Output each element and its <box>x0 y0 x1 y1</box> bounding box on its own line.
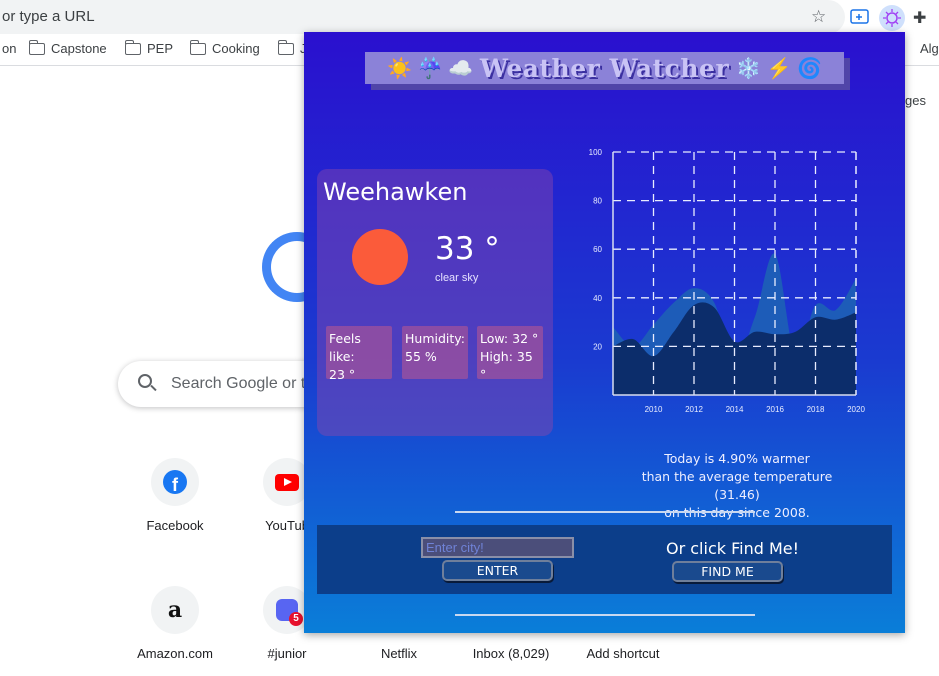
discord-icon: 5 <box>276 599 303 626</box>
shortcut-label: Amazon.com <box>137 646 213 661</box>
x-tick-label: 2012 <box>685 405 703 414</box>
weather-watcher-popup: ☀️ ☔ ☁️ Weather Watcher ❄️ ⚡ 🌀 Weehawken… <box>304 32 905 633</box>
y-tick-label: 60 <box>593 245 602 254</box>
shortcut-amazon[interactable]: a <box>151 586 199 634</box>
folder-icon <box>277 39 294 55</box>
humidity-label: Humidity: <box>405 331 465 346</box>
search-icon <box>138 374 152 388</box>
y-tick-label: 40 <box>593 294 602 303</box>
address-bar[interactable] <box>0 0 845 34</box>
folder-icon <box>28 39 45 55</box>
historical-temperature-chart: 20 40 60 80 100 2010 2012 2014 2016 2018 2020 <box>589 148 866 414</box>
bookmark-star-icon[interactable]: ☆ <box>811 7 826 27</box>
divider <box>455 614 755 616</box>
current-weather-card: Weehawken 33 ° clear sky Feels like: 23 … <box>317 169 553 436</box>
url-placeholder: or type a URL <box>2 8 95 25</box>
feels-like-box: Feels like: 23 ° <box>326 326 392 382</box>
feels-like-label: Feels like: <box>329 331 361 364</box>
divider <box>455 511 755 513</box>
bookmark-folder-cooking[interactable]: Cooking <box>189 39 260 56</box>
x-tick-label: 2014 <box>726 405 744 414</box>
enter-button[interactable]: ENTER <box>442 560 553 581</box>
x-tick-label: 2020 <box>847 405 865 414</box>
find-me-prompt: Or click Find Me! <box>666 539 800 558</box>
current-temperature: 33 ° <box>435 231 500 267</box>
bookmark-folder-capstone[interactable]: Capstone <box>28 39 107 56</box>
shortcut-inbox[interactable]: Inbox (8,029) <box>455 646 567 661</box>
bookmark-item-alg[interactable]: Alg <box>920 41 939 56</box>
bookmark-item[interactable]: on <box>2 41 16 56</box>
screenshot-extension-icon[interactable] <box>849 6 871 28</box>
search-placeholder: Search Google or t <box>171 375 306 392</box>
low-temperature: Low: 32 ° <box>480 331 539 346</box>
weather-extension-icon[interactable] <box>879 5 905 31</box>
shortcut-label: #junior <box>267 646 307 661</box>
find-me-button[interactable]: FIND ME <box>672 561 783 582</box>
weather-emoji-icons: ☀️ ☔ ☁️ <box>387 57 473 80</box>
x-tick-label: 2018 <box>807 405 825 414</box>
humidity-value: 55 % <box>405 349 437 364</box>
feels-like-value: 23 ° <box>329 367 356 382</box>
shortcut-facebook[interactable]: f <box>151 458 199 506</box>
bookmark-folder-pep[interactable]: PEP <box>124 39 173 56</box>
y-tick-label: 100 <box>589 148 603 157</box>
facebook-icon: f <box>163 470 187 494</box>
extensions-puzzle-icon[interactable]: ✚ <box>913 8 926 28</box>
high-temperature: High: 35 ° <box>480 349 533 382</box>
title-banner: ☀️ ☔ ☁️ Weather Watcher ❄️ ⚡ 🌀 <box>365 52 844 84</box>
app-title: Weather Watcher <box>479 53 730 83</box>
shortcut-label: Facebook <box>146 518 204 533</box>
folder-icon <box>124 39 141 55</box>
city-name: Weehawken <box>323 178 468 206</box>
x-tick-label: 2016 <box>766 405 784 414</box>
y-tick-label: 80 <box>593 197 602 206</box>
location-input-panel: ENTER Or click Find Me! FIND ME <box>317 525 892 594</box>
x-tick-label: 2010 <box>645 405 663 414</box>
y-tick-label: 20 <box>593 342 602 351</box>
folder-icon <box>189 39 206 55</box>
weather-emoji-icons: ❄️ ⚡ 🌀 <box>736 57 822 80</box>
city-input[interactable] <box>421 537 574 558</box>
add-shortcut[interactable]: Add shortcut <box>567 646 679 661</box>
bookmark-folder-j[interactable]: J <box>277 39 307 56</box>
sun-icon <box>352 229 408 285</box>
notification-badge: 5 <box>289 612 303 626</box>
amazon-icon: a <box>167 597 183 623</box>
youtube-icon <box>275 473 299 491</box>
side-text: ges <box>905 93 926 108</box>
humidity-box: Humidity: 55 % <box>402 326 468 379</box>
low-high-box: Low: 32 ° High: 35 ° <box>477 326 543 382</box>
shortcut-netflix[interactable]: Netflix <box>343 646 455 661</box>
weather-description: clear sky <box>435 272 479 284</box>
